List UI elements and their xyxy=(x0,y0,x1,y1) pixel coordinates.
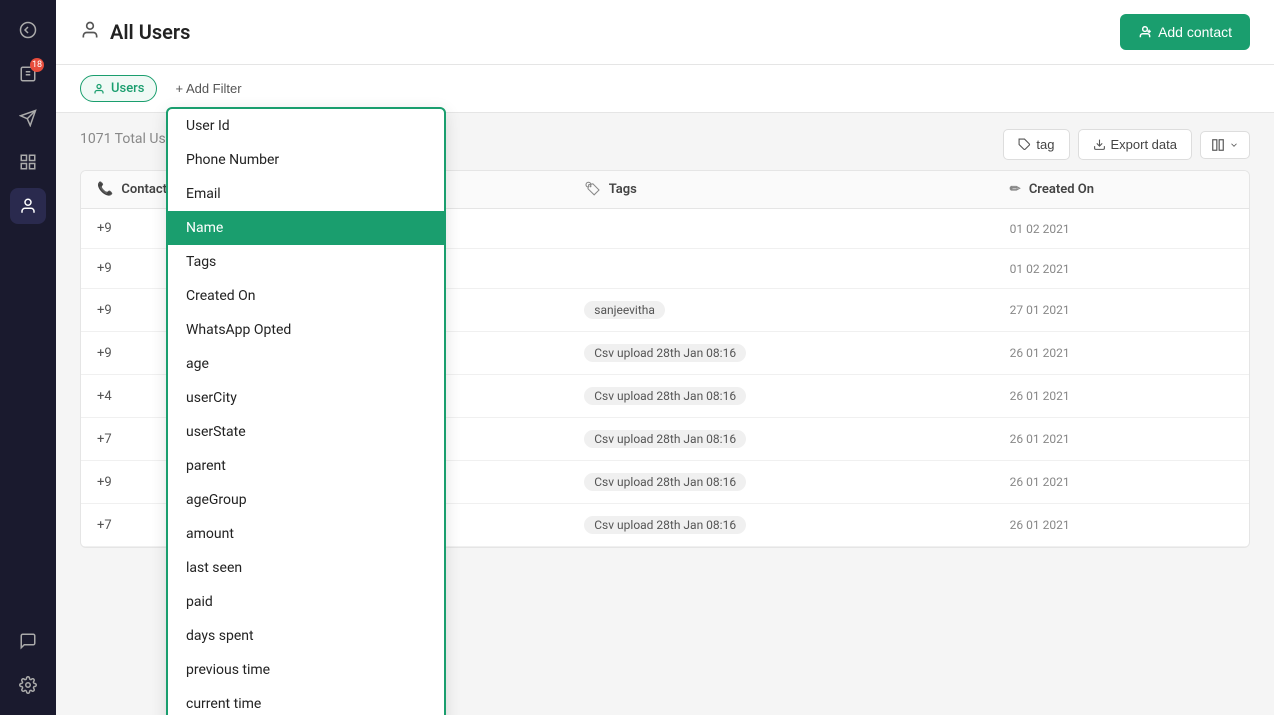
users-header-icon xyxy=(80,20,100,45)
tags-cell: Csv upload 28th Jan 08:16 xyxy=(568,504,993,547)
tags-cell: Csv upload 28th Jan 08:16 xyxy=(568,332,993,375)
dropdown-item-name[interactable]: Name xyxy=(168,211,444,245)
date-cell: 26 01 2021 xyxy=(994,461,1249,504)
export-label: Export data xyxy=(1111,137,1178,152)
date-cell: 26 01 2021 xyxy=(994,332,1249,375)
notification-icon[interactable]: 18 xyxy=(10,56,46,92)
tag-badge: Csv upload 28th Jan 08:16 xyxy=(584,473,746,491)
chat-icon[interactable] xyxy=(10,623,46,659)
tag-button[interactable]: tag xyxy=(1003,129,1069,160)
tags-cell xyxy=(568,209,993,249)
grid-icon[interactable] xyxy=(10,144,46,180)
dropdown-item-current-time[interactable]: current time xyxy=(168,687,444,715)
date-cell: 27 01 2021 xyxy=(994,289,1249,332)
date-cell: 01 02 2021 xyxy=(994,209,1249,249)
date-cell: 26 01 2021 xyxy=(994,504,1249,547)
dropdown-item-user-state[interactable]: userState xyxy=(168,415,444,449)
dropdown-item-created-on[interactable]: Created On xyxy=(168,279,444,313)
users-icon[interactable] xyxy=(10,188,46,224)
page-header: All Users Add contact xyxy=(56,0,1274,65)
settings-icon[interactable] xyxy=(10,667,46,703)
dropdown-item-previous-time[interactable]: previous time xyxy=(168,653,444,687)
date-cell: 26 01 2021 xyxy=(994,375,1249,418)
dropdown-item-paid[interactable]: paid xyxy=(168,585,444,619)
dropdown-item-phone-number[interactable]: Phone Number xyxy=(168,143,444,177)
filter-pill-label: Users xyxy=(111,81,144,96)
export-button[interactable]: Export data xyxy=(1078,129,1193,160)
dropdown-item-whatsapp-opted[interactable]: WhatsApp Opted xyxy=(168,313,444,347)
tag-badge: Csv upload 28th Jan 08:16 xyxy=(584,516,746,534)
dropdown-item-user-city[interactable]: userCity xyxy=(168,381,444,415)
dropdown-item-tags[interactable]: Tags xyxy=(168,245,444,279)
users-filter-pill[interactable]: Users xyxy=(80,75,157,102)
dropdown-item-days-spent[interactable]: days spent xyxy=(168,619,444,653)
dropdown-item-age[interactable]: age xyxy=(168,347,444,381)
add-filter-label: + Add Filter xyxy=(175,81,241,96)
dropdown-item-last-seen[interactable]: last seen xyxy=(168,551,444,585)
dropdown-item-parent[interactable]: parent xyxy=(168,449,444,483)
tag-badge: sanjeevitha xyxy=(584,301,665,319)
tag-label: tag xyxy=(1036,137,1054,152)
dropdown-item-amount[interactable]: amount xyxy=(168,517,444,551)
main-content: All Users Add contact Users + Add Filter… xyxy=(56,0,1274,715)
dropdown-item-user-id[interactable]: User Id xyxy=(168,109,444,143)
total-count: 1071 Total Us... xyxy=(80,131,177,147)
tag-badge: Csv upload 28th Jan 08:16 xyxy=(584,387,746,405)
page-title: All Users xyxy=(110,20,190,44)
date-cell: 26 01 2021 xyxy=(994,418,1249,461)
toolbar: Users + Add Filter User Id Phone Number … xyxy=(56,65,1274,113)
column-toggle[interactable] xyxy=(1200,131,1250,159)
col-created-on: ✏ Created On xyxy=(994,171,1249,209)
notification-badge: 18 xyxy=(30,58,44,72)
tags-cell xyxy=(568,249,993,289)
filter-dropdown: User Id Phone Number Email Name Tags Cre… xyxy=(166,107,446,715)
home-icon[interactable] xyxy=(10,12,46,48)
col-tags: 🏷 Tags xyxy=(568,171,993,209)
add-contact-label: Add contact xyxy=(1158,24,1232,40)
tag-badge: Csv upload 28th Jan 08:16 xyxy=(584,430,746,448)
header-left: All Users xyxy=(80,20,190,45)
add-filter-button[interactable]: + Add Filter xyxy=(167,76,249,101)
tags-cell: Csv upload 28th Jan 08:16 xyxy=(568,461,993,504)
send-icon[interactable] xyxy=(10,100,46,136)
dropdown-item-email[interactable]: Email xyxy=(168,177,444,211)
date-cell: 01 02 2021 xyxy=(994,249,1249,289)
sidebar: 18 xyxy=(0,0,56,715)
tag-badge: Csv upload 28th Jan 08:16 xyxy=(584,344,746,362)
dropdown-item-age-group[interactable]: ageGroup xyxy=(168,483,444,517)
tags-cell: Csv upload 28th Jan 08:16 xyxy=(568,375,993,418)
tags-cell: Csv upload 28th Jan 08:16 xyxy=(568,418,993,461)
add-contact-button[interactable]: Add contact xyxy=(1120,14,1250,50)
tags-cell: sanjeevitha xyxy=(568,289,993,332)
